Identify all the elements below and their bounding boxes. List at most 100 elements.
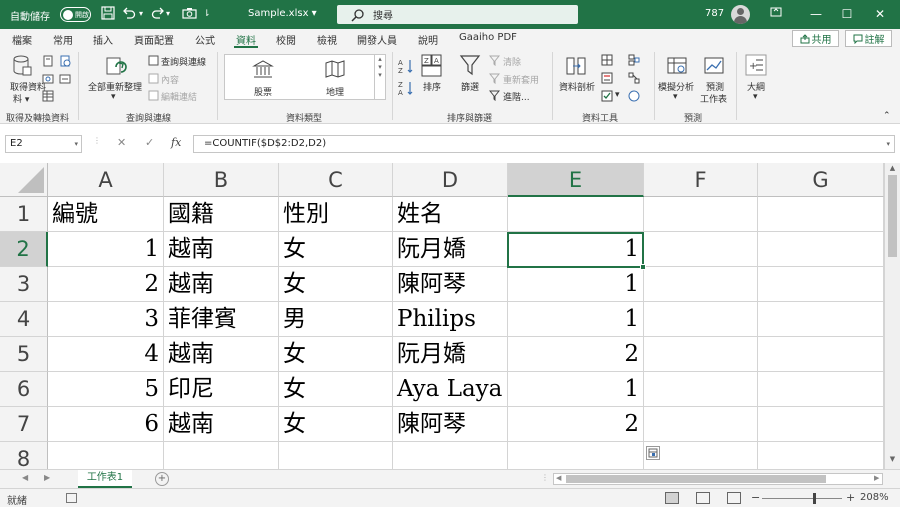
share-button[interactable]: 共用 bbox=[792, 30, 839, 47]
cell-a2[interactable]: 1 bbox=[48, 232, 164, 267]
what-if-analysis-icon[interactable] bbox=[666, 55, 688, 77]
outline-dropdown-icon[interactable]: ▾ bbox=[753, 92, 758, 102]
normal-view-icon[interactable] bbox=[665, 492, 679, 504]
page-break-preview-icon[interactable] bbox=[727, 492, 741, 504]
cell-d4[interactable]: Philips bbox=[393, 302, 508, 337]
cell-c7[interactable]: 女 bbox=[279, 407, 393, 442]
cell-d2[interactable]: 阮月嬌 bbox=[393, 232, 508, 267]
consolidate-icon[interactable] bbox=[628, 54, 640, 66]
scroll-down-icon[interactable]: ▼ bbox=[885, 455, 900, 463]
cell-g3[interactable] bbox=[758, 267, 884, 302]
zoom-out-button[interactable]: − bbox=[751, 491, 760, 504]
column-header-d[interactable]: D bbox=[393, 163, 508, 197]
formula-input[interactable]: =COUNTIF($D$2:D2,D2) ▾ bbox=[193, 135, 895, 153]
cell-e1[interactable] bbox=[508, 197, 644, 232]
sheet-tab-1[interactable]: 工作表1 bbox=[78, 470, 132, 488]
cell-g4[interactable] bbox=[758, 302, 884, 337]
text-to-columns-icon[interactable] bbox=[565, 55, 587, 77]
tab-home[interactable]: 常用 bbox=[53, 32, 73, 47]
remove-duplicates-icon[interactable] bbox=[601, 72, 613, 84]
from-web-icon[interactable] bbox=[42, 73, 54, 85]
column-header-a[interactable]: A bbox=[48, 163, 164, 197]
cell-b8[interactable] bbox=[164, 442, 279, 469]
undo-icon[interactable] bbox=[122, 6, 136, 25]
cell-f1[interactable] bbox=[644, 197, 758, 232]
cell-a1[interactable]: 編號 bbox=[48, 197, 164, 232]
zoom-slider[interactable] bbox=[762, 493, 842, 504]
tab-file[interactable]: 檔案 bbox=[12, 32, 32, 47]
cell-b4[interactable]: 菲律賓 bbox=[164, 302, 279, 337]
quick-analysis-icon[interactable] bbox=[646, 446, 660, 460]
cell-c5[interactable]: 女 bbox=[279, 337, 393, 372]
zoom-level[interactable]: 208% bbox=[860, 492, 889, 503]
cell-f5[interactable] bbox=[644, 337, 758, 372]
insert-function-icon[interactable]: fx bbox=[171, 136, 181, 149]
sort-icon[interactable]: ZA bbox=[421, 54, 443, 78]
macro-record-icon[interactable] bbox=[66, 493, 77, 503]
restore-button[interactable]: ☐ bbox=[837, 5, 857, 23]
comments-button[interactable]: 註解 bbox=[845, 30, 892, 47]
tab-formulas[interactable]: 公式 bbox=[195, 32, 215, 47]
tab-help[interactable]: 說明 bbox=[418, 32, 438, 47]
row-header-8[interactable]: 8 bbox=[0, 442, 48, 469]
filter-button[interactable]: 篩選 bbox=[461, 80, 479, 93]
cell-f4[interactable] bbox=[644, 302, 758, 337]
queries-connections-button[interactable]: 查詢與連線 bbox=[161, 55, 206, 68]
cell-f2[interactable] bbox=[644, 232, 758, 267]
get-data-icon[interactable] bbox=[12, 55, 32, 77]
horizontal-scroll-thumb[interactable] bbox=[566, 475, 826, 483]
row-header-7[interactable]: 7 bbox=[0, 407, 48, 442]
redo-dropdown-icon[interactable]: ▾ bbox=[166, 6, 170, 22]
cell-f3[interactable] bbox=[644, 267, 758, 302]
properties-button[interactable]: 內容 bbox=[161, 73, 179, 86]
filter-icon[interactable] bbox=[459, 54, 481, 76]
cell-b1[interactable]: 國籍 bbox=[164, 197, 279, 232]
advanced-button[interactable]: 進階... bbox=[503, 90, 530, 103]
cell-g7[interactable] bbox=[758, 407, 884, 442]
tab-review[interactable]: 校閱 bbox=[276, 32, 296, 47]
cell-e7[interactable]: 2 bbox=[508, 407, 644, 442]
close-button[interactable]: ✕ bbox=[870, 5, 890, 23]
from-table-icon[interactable] bbox=[42, 90, 54, 102]
cell-f7[interactable] bbox=[644, 407, 758, 442]
cell-g5[interactable] bbox=[758, 337, 884, 372]
search-box[interactable]: 搜尋 bbox=[337, 5, 578, 24]
sheet-next-icon[interactable]: ▶ bbox=[44, 473, 50, 482]
from-text-icon[interactable] bbox=[42, 55, 54, 67]
cell-c6[interactable]: 女 bbox=[279, 372, 393, 407]
tab-split-handle[interactable]: ⋮ bbox=[541, 473, 549, 482]
undo-dropdown-icon[interactable]: ▾ bbox=[139, 6, 143, 22]
cell-e6[interactable]: 1 bbox=[508, 372, 644, 407]
row-header-5[interactable]: 5 bbox=[0, 337, 48, 372]
minimize-button[interactable]: — bbox=[806, 5, 826, 23]
cell-a7[interactable]: 6 bbox=[48, 407, 164, 442]
row-header-3[interactable]: 3 bbox=[0, 267, 48, 302]
cell-a5[interactable]: 4 bbox=[48, 337, 164, 372]
cell-b7[interactable]: 越南 bbox=[164, 407, 279, 442]
cell-c2[interactable]: 女 bbox=[279, 232, 393, 267]
refresh-all-icon[interactable] bbox=[104, 55, 128, 79]
geography-button[interactable]: 地理 bbox=[326, 85, 344, 98]
redo-icon[interactable] bbox=[151, 6, 165, 25]
flash-fill-icon[interactable] bbox=[601, 54, 613, 66]
sort-button[interactable]: 排序 bbox=[423, 80, 441, 93]
cell-d3[interactable]: 陳阿琴 bbox=[393, 267, 508, 302]
cell-a8[interactable] bbox=[48, 442, 164, 469]
refresh-all-dropdown-icon[interactable]: ▾ bbox=[111, 92, 116, 102]
existing-connections-icon[interactable] bbox=[59, 73, 71, 85]
zoom-in-button[interactable]: + bbox=[846, 491, 855, 504]
data-validation-icon[interactable] bbox=[601, 90, 613, 102]
enter-icon[interactable]: ✓ bbox=[145, 136, 154, 149]
scroll-left-icon[interactable]: ◀ bbox=[556, 474, 561, 482]
cell-e5[interactable]: 2 bbox=[508, 337, 644, 372]
name-box-dropdown-icon[interactable]: ▾ bbox=[74, 136, 78, 152]
tab-insert[interactable]: 插入 bbox=[93, 32, 113, 47]
tab-gaaiho-pdf[interactable]: Gaaiho PDF bbox=[459, 32, 517, 43]
cell-b2[interactable]: 越南 bbox=[164, 232, 279, 267]
collapse-ribbon-icon[interactable]: ⌃ bbox=[883, 111, 891, 121]
column-header-e[interactable]: E bbox=[508, 163, 644, 197]
forecast-sheet-icon[interactable] bbox=[703, 55, 725, 77]
cell-e8[interactable] bbox=[508, 442, 644, 469]
tab-view[interactable]: 檢視 bbox=[317, 32, 337, 47]
select-all-button[interactable] bbox=[0, 163, 48, 197]
